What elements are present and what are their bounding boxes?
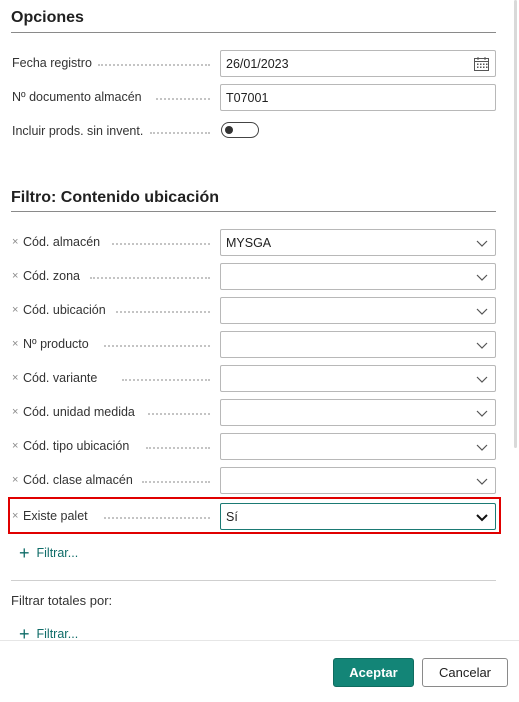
remove-filter-icon[interactable]: × — [12, 338, 20, 350]
toggle-knob — [225, 125, 233, 134]
filter-row-location-code: × Cód. almacén MYSGA — [0, 229, 509, 256]
filter-label-bin-code: × Cód. ubicación — [12, 303, 106, 317]
posting-date-value: 26/01/2023 — [226, 57, 289, 71]
chevron-down-icon[interactable] — [475, 372, 489, 386]
leader-dots — [90, 277, 210, 279]
filter-row-bin-type-code: × Cód. tipo ubicación — [0, 433, 509, 460]
include-no-inventory-row: Incluir prods. sin invent. — [0, 118, 509, 145]
remove-filter-icon[interactable]: × — [12, 406, 20, 418]
filter-label-variant-code: × Cód. variante — [12, 371, 97, 385]
filter-label-text: Nº producto — [23, 337, 89, 351]
options-section-title: Opciones — [11, 9, 84, 26]
totals-filter-title: Filtrar totales por: — [11, 593, 113, 608]
add-filter-label: Filtrar... — [36, 546, 79, 560]
options-section-rule — [11, 32, 496, 33]
remove-filter-icon[interactable]: × — [12, 236, 20, 248]
filter-field-item-no[interactable] — [220, 331, 496, 358]
filter-label-text: Cód. zona — [23, 269, 80, 283]
filter-label-text: Cód. almacén — [23, 235, 101, 249]
add-totals-filter-link[interactable]: + Filtrar... — [19, 625, 78, 640]
posting-date-row: Fecha registro 26/01/2023 — [0, 50, 509, 77]
filter-label-location-code: × Cód. almacén — [12, 235, 100, 249]
leader-dots — [104, 345, 210, 347]
chevron-down-icon[interactable] — [475, 474, 489, 488]
filter-label-text: Cód. variante — [23, 371, 98, 385]
filter-field-unit-of-measure-code[interactable] — [220, 399, 496, 426]
leader-dots — [156, 98, 210, 100]
filter-section-title: Filtro: Contenido ubicación — [11, 189, 219, 206]
remove-filter-icon[interactable]: × — [12, 304, 20, 316]
add-filter-link[interactable]: + Filtrar... — [19, 544, 78, 562]
leader-dots — [116, 311, 210, 313]
remove-filter-icon[interactable]: × — [12, 474, 20, 486]
filter-row-variant-code: × Cód. variante — [0, 365, 509, 392]
filter-field-bin-code[interactable] — [220, 297, 496, 324]
posting-date-label: Fecha registro — [12, 56, 92, 70]
plus-icon: + — [19, 543, 30, 563]
remove-filter-icon[interactable]: × — [12, 440, 20, 452]
filter-row-warehouse-class-code: × Cód. clase almacén — [0, 467, 509, 494]
filter-label-zone-code: × Cód. zona — [12, 269, 80, 283]
filter-row-zone-code: × Cód. zona — [0, 263, 509, 290]
filter-row-unit-of-measure-code: × Cód. unidad medida — [0, 399, 509, 426]
leader-dots — [122, 379, 210, 381]
remove-filter-icon[interactable]: × — [12, 270, 20, 282]
section-divider — [11, 580, 496, 581]
chevron-down-icon[interactable] — [475, 338, 489, 352]
leader-dots — [146, 447, 210, 449]
leader-dots — [148, 413, 210, 415]
whse-document-label: Nº documento almacén — [12, 90, 142, 104]
filter-label-text: Cód. unidad medida — [23, 405, 135, 419]
add-totals-filter-label: Filtrar... — [36, 627, 79, 640]
filter-label-text: Cód. clase almacén — [23, 473, 133, 487]
filter-row-bin-code: × Cód. ubicación — [0, 297, 509, 324]
filter-value-location-code: MYSGA — [226, 236, 272, 250]
chevron-down-icon[interactable] — [475, 406, 489, 420]
filter-field-bin-type-code[interactable] — [220, 433, 496, 460]
filter-field-warehouse-class-code[interactable] — [220, 467, 496, 494]
scrollbar[interactable] — [514, 0, 517, 448]
filter-field-variant-code[interactable] — [220, 365, 496, 392]
posting-date-field[interactable]: 26/01/2023 — [220, 50, 496, 77]
include-no-inventory-toggle[interactable] — [221, 122, 259, 138]
plus-icon: + — [19, 624, 30, 640]
filter-label-text: Cód. tipo ubicación — [23, 439, 130, 453]
highlight-box — [8, 497, 501, 534]
filter-row-item-no: × Nº producto — [0, 331, 509, 358]
filter-label-item-no: × Nº producto — [12, 337, 89, 351]
filter-section-rule — [11, 211, 496, 212]
whse-document-row: Nº documento almacén T07001 — [0, 84, 509, 111]
leader-dots — [142, 481, 210, 483]
chevron-down-icon[interactable] — [475, 304, 489, 318]
include-no-inventory-label: Incluir prods. sin invent. — [12, 124, 144, 138]
chevron-down-icon[interactable] — [475, 440, 489, 454]
filter-label-bin-type-code: × Cód. tipo ubicación — [12, 439, 129, 453]
filter-field-zone-code[interactable] — [220, 263, 496, 290]
chevron-down-icon[interactable] — [475, 236, 489, 250]
leader-dots — [150, 132, 210, 134]
chevron-down-icon[interactable] — [475, 270, 489, 284]
footer-rule — [0, 640, 519, 641]
remove-filter-icon[interactable]: × — [12, 372, 20, 384]
filter-label-text: Cód. ubicación — [23, 303, 106, 317]
leader-dots — [98, 64, 210, 66]
whse-document-field[interactable]: T07001 — [220, 84, 496, 111]
calendar-icon[interactable] — [474, 57, 489, 71]
cancel-button[interactable]: Cancelar — [422, 658, 508, 687]
leader-dots — [112, 243, 210, 245]
filter-label-warehouse-class-code: × Cód. clase almacén — [12, 473, 133, 487]
dialog-content: Opciones Fecha registro 26/01/2023 Nº do… — [0, 0, 509, 640]
ok-button[interactable]: Aceptar — [333, 658, 414, 687]
filter-label-unit-of-measure-code: × Cód. unidad medida — [12, 405, 135, 419]
filter-field-location-code[interactable]: MYSGA — [220, 229, 496, 256]
whse-document-value: T07001 — [226, 91, 269, 105]
